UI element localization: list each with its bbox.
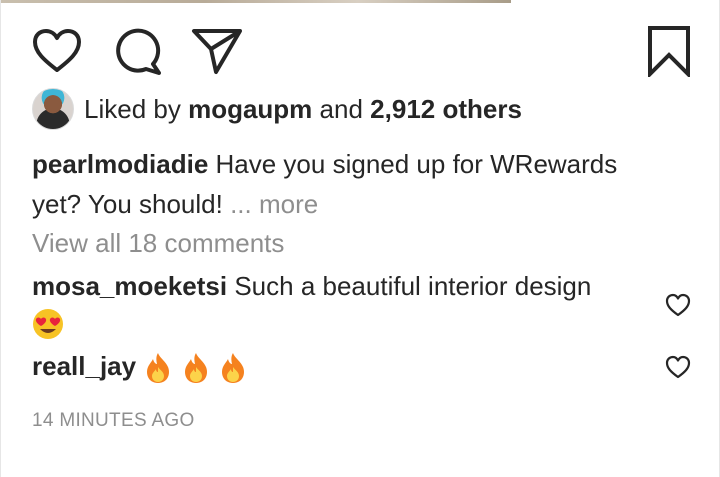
likes-prefix: Liked by xyxy=(84,93,181,124)
comment-like-heart-icon[interactable] xyxy=(665,355,691,379)
view-all-comments-link[interactable]: View all 18 comments xyxy=(32,226,284,260)
heart-icon[interactable] xyxy=(32,28,82,74)
heart-eyes-emoji xyxy=(32,308,64,340)
post-detail: Liked by mogaupm and 2,912 others pearlm… xyxy=(0,0,720,477)
comment-item: mosa_moeketsi Such a beautiful interior … xyxy=(32,268,642,340)
paper-plane-icon[interactable] xyxy=(191,27,243,75)
caption-author[interactable]: pearlmodiadie xyxy=(32,149,208,179)
comment-author[interactable]: reall_jay xyxy=(32,351,136,381)
caption-more-link[interactable]: more xyxy=(259,189,318,219)
post-image-edge xyxy=(1,0,511,3)
comment-icon[interactable] xyxy=(113,28,163,76)
liker-username[interactable]: mogaupm xyxy=(188,94,312,125)
comment-item: reall_jay xyxy=(32,348,642,385)
post-timestamp: 14 MINUTES AGO xyxy=(32,410,195,431)
caption-ellipsis: ... xyxy=(230,189,252,219)
avatar[interactable] xyxy=(32,88,74,130)
bookmark-icon[interactable] xyxy=(647,25,691,77)
comment-like-heart-icon[interactable] xyxy=(665,293,691,317)
fire-emoji xyxy=(218,351,248,385)
post-action-bar xyxy=(1,20,720,82)
fire-emoji xyxy=(181,351,211,385)
likes-count[interactable]: 2,912 others xyxy=(370,94,522,125)
fire-emoji xyxy=(143,351,173,385)
likes-connector: and xyxy=(319,93,363,124)
likes-summary[interactable]: Liked by mogaupm and 2,912 others xyxy=(32,88,522,130)
comment-text: Such a beautiful interior design xyxy=(234,271,592,301)
post-caption: pearlmodiadie Have you signed up for WRe… xyxy=(32,144,672,224)
comment-author[interactable]: mosa_moeketsi xyxy=(32,271,227,301)
